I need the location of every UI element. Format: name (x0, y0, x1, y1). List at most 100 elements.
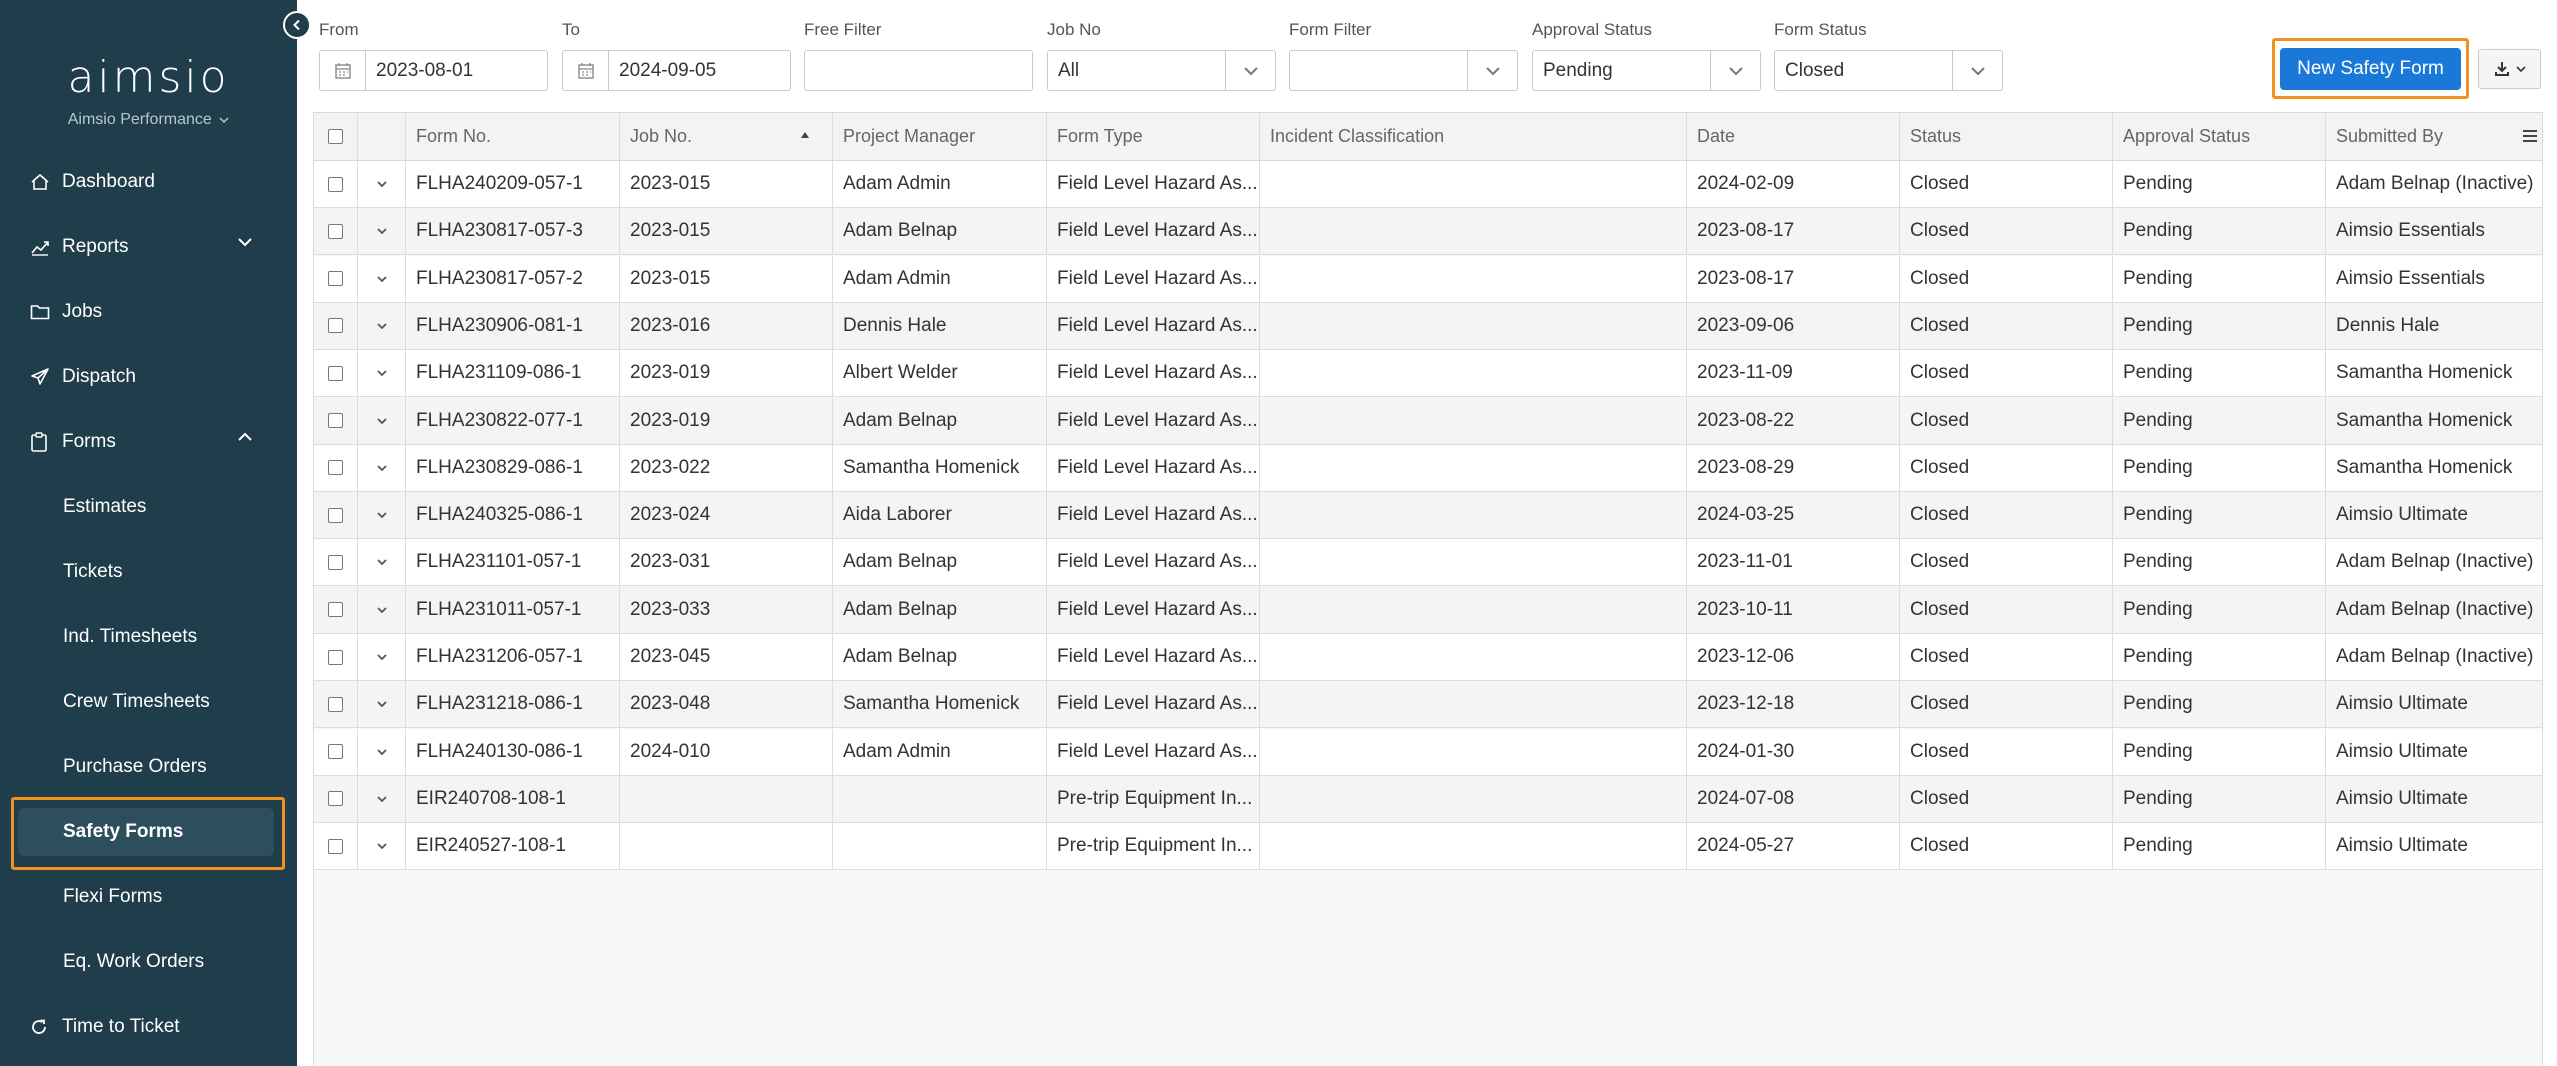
approval-status-cell: Pending (2113, 586, 2326, 633)
expand-row-button[interactable] (358, 161, 406, 207)
free-filter-input[interactable] (804, 50, 1033, 91)
project-manager-cell: Adam Belnap (833, 634, 1047, 680)
from-date-field[interactable]: 2023-08-01 (319, 50, 548, 91)
form-status-select[interactable]: Closed (1774, 50, 2003, 91)
header-submitted-by[interactable]: Submitted By (2326, 113, 2542, 160)
incident-classification-cell (1260, 397, 1687, 444)
row-checkbox[interactable] (328, 507, 343, 523)
row-checkbox[interactable] (328, 791, 343, 807)
expand-row-button[interactable] (358, 586, 406, 633)
expand-row-button[interactable] (358, 681, 406, 728)
sidebar-item-flexi-forms[interactable]: Flexi Forms (0, 867, 297, 927)
table-row[interactable]: EIR240527-108-1 Pre-trip Equipment In... 2… (314, 823, 2542, 871)
expand-row-button[interactable] (358, 255, 406, 302)
form-type-cell: Field Level Hazard As... (1047, 539, 1260, 586)
table-row[interactable]: FLHA230817-057-3 2023-015 Adam Belnap Field… (314, 208, 2542, 256)
nav-jobs[interactable]: Jobs (0, 282, 297, 342)
nav-dispatch[interactable]: Dispatch (0, 347, 297, 407)
approval-status-cell: Pending (2113, 161, 2326, 207)
form-type-cell: Field Level Hazard As... (1047, 302, 1260, 349)
sidebar-item-eq-work-orders[interactable]: Eq. Work Orders (0, 932, 297, 992)
expand-row-button[interactable] (358, 302, 406, 349)
download-icon (2494, 62, 2509, 76)
job-no-cell (620, 775, 833, 822)
expand-row-button[interactable] (358, 492, 406, 539)
expand-row-button[interactable] (358, 350, 406, 397)
nav-forms[interactable]: Forms (0, 412, 297, 472)
sidebar-item-crew-timesheets[interactable]: Crew Timesheets (0, 672, 297, 732)
sidebar-item-ind-timesheets[interactable]: Ind. Timesheets (0, 607, 297, 667)
approval-status-select[interactable]: Pending (1532, 50, 1761, 91)
table-row[interactable]: FLHA231218-086-1 2023-048 Samantha Homenic… (314, 681, 2542, 729)
approval-status-cell: Pending (2113, 208, 2326, 255)
table-row[interactable]: EIR240708-108-1 Pre-trip Equipment In... 2… (314, 775, 2542, 823)
form-status-label: Form Status (1774, 20, 1867, 39)
row-checkbox[interactable] (328, 365, 343, 381)
project-manager-cell: Adam Admin (833, 255, 1047, 302)
export-button[interactable] (2478, 49, 2541, 89)
table-row[interactable]: FLHA231206-057-1 2023-045 Adam Belnap Field… (314, 634, 2542, 681)
approval-status-cell: Pending (2113, 397, 2326, 444)
calendar-icon (563, 51, 609, 90)
sidebar-item-purchase-orders[interactable]: Purchase Orders (0, 737, 297, 797)
header-project-manager[interactable]: Project Manager (833, 113, 1047, 160)
row-checkbox[interactable] (328, 413, 343, 428)
table-row[interactable]: FLHA230906-081-1 2023-016 Dennis Hale Field… (314, 302, 2542, 350)
row-checkbox[interactable] (328, 460, 343, 476)
incident-classification-cell (1260, 492, 1687, 539)
table-row[interactable]: FLHA231011-057-1 2023-033 Adam Belnap Field… (314, 586, 2542, 634)
form-filter-select[interactable] (1289, 50, 1518, 91)
company-selector[interactable]: Aimsio Performance (0, 111, 297, 129)
row-checkbox[interactable] (328, 838, 343, 854)
header-form-type[interactable]: Form Type (1047, 113, 1260, 160)
nav-dashboard[interactable]: Dashboard (0, 152, 297, 212)
row-checkbox[interactable] (328, 602, 343, 618)
expand-row-button[interactable] (358, 728, 406, 775)
nav-time-to-ticket[interactable]: Time to Ticket (0, 997, 297, 1057)
row-checkbox[interactable] (328, 554, 343, 570)
row-checkbox[interactable] (328, 176, 343, 192)
row-checkbox-cell (314, 634, 358, 680)
table-row[interactable]: FLHA231109-086-1 2023-019 Albert Welder Fie… (314, 350, 2542, 398)
header-incident-classification[interactable]: Incident Classification (1260, 113, 1687, 160)
submitted-by-cell: Aimsio Ultimate (2336, 787, 2468, 809)
column-menu-icon[interactable] (2522, 129, 2538, 143)
row-checkbox[interactable] (328, 649, 343, 665)
expand-row-button[interactable] (358, 208, 406, 255)
header-status[interactable]: Status (1900, 113, 2113, 160)
job-no-select[interactable]: All (1047, 50, 1276, 91)
header-form-no[interactable]: Form No. (406, 113, 620, 160)
expand-row-button[interactable] (358, 823, 406, 870)
chevron-down-icon (376, 323, 387, 330)
header-date[interactable]: Date (1687, 113, 1900, 160)
table-row[interactable]: FLHA230817-057-2 2023-015 Adam Admin Field … (314, 255, 2542, 303)
table-row[interactable]: FLHA231101-057-1 2023-031 Adam Belnap Field… (314, 539, 2542, 587)
expand-row-button[interactable] (358, 634, 406, 680)
row-checkbox[interactable] (328, 271, 343, 287)
table-row[interactable]: FLHA240209-057-1 2023-015 Adam Admin Field … (314, 161, 2542, 208)
table-row[interactable]: FLHA230829-086-1 2023-022 Samantha Homenic… (314, 444, 2542, 492)
new-safety-form-button[interactable]: New Safety Form (2280, 48, 2461, 90)
company-name: Aimsio Performance (67, 111, 212, 128)
expand-row-button[interactable] (358, 397, 406, 444)
collapse-sidebar-button[interactable] (283, 11, 311, 39)
row-checkbox[interactable] (328, 744, 343, 760)
sidebar-item-tickets[interactable]: Tickets (0, 542, 297, 602)
table-row[interactable]: FLHA230822-077-1 2023-019 Adam Belnap Field… (314, 397, 2542, 445)
table-row[interactable]: FLHA240130-086-1 2024-010 Adam Admin Field … (314, 728, 2542, 776)
row-checkbox[interactable] (328, 318, 343, 334)
job-no-label: Job No (1047, 20, 1101, 39)
expand-row-button[interactable] (358, 539, 406, 586)
expand-row-button[interactable] (358, 775, 406, 822)
project-manager-cell: Dennis Hale (833, 302, 1047, 349)
row-checkbox[interactable] (328, 696, 343, 712)
select-all-checkbox[interactable] (328, 129, 343, 144)
sidebar-item-estimates[interactable]: Estimates (0, 477, 297, 537)
to-date-field[interactable]: 2024-09-05 (562, 50, 791, 91)
header-approval-status[interactable]: Approval Status (2113, 113, 2326, 160)
header-job-no[interactable]: Job No. (620, 113, 833, 160)
table-row[interactable]: FLHA240325-086-1 2023-024 Aida Laborer Fiel… (314, 492, 2542, 540)
row-checkbox[interactable] (328, 223, 343, 239)
nav-reports[interactable]: Reports (0, 217, 297, 277)
expand-row-button[interactable] (358, 444, 406, 491)
